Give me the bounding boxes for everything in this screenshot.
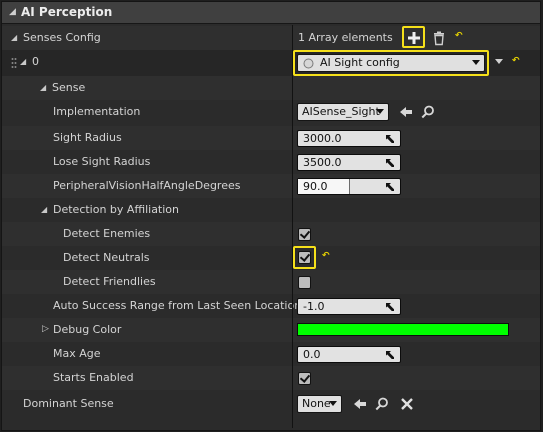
reset-to-default-icon[interactable]: ↶ [512,56,520,66]
lose-sight-radius-value: 3500.0 [303,156,342,169]
debug-color-label: Debug Color [53,323,122,336]
debug-color-swatch[interactable] [297,323,509,336]
browse-search-icon[interactable] [420,104,436,120]
implementation-value: AISense_Sight [302,105,380,118]
auto-success-range-value: -1.0 [303,300,325,313]
row-dominant-sense: Dominant Sense None [2,391,540,417]
clear-icon[interactable] [399,396,415,412]
peripheral-vision-slider[interactable]: 90.0 [297,178,401,195]
row-auto-success-range: Auto Success Range from Last Seen Locati… [2,294,540,318]
array-index-label: 0 [32,55,39,68]
row-array-element-0: ◢ 0 AI Sight config ↶ [2,50,540,76]
row-detect-friendlies: Detect Friendlies [2,270,540,294]
peripheral-vision-label: PeripheralVisionHalfAngleDegrees [53,179,241,192]
starts-enabled-label: Starts Enabled [53,371,134,384]
row-peripheral-vision: PeripheralVisionHalfAngleDegrees 90.0 [2,174,540,198]
category-header[interactable]: ◢ AI Perception [2,2,540,24]
lose-sight-radius-label: Lose Sight Radius [53,155,151,168]
use-selected-arrow-icon[interactable] [352,396,368,412]
detect-neutrals-checkbox[interactable] [298,251,311,264]
row-sight-radius: Sight Radius 3000.0 [2,126,540,150]
detect-friendlies-label: Detect Friendlies [63,275,156,288]
drag-arrows-icon [386,135,394,143]
max-age-label: Max Age [53,347,101,360]
sight-radius-label: Sight Radius [53,131,122,144]
expand-arrow-icon[interactable]: ◢ [41,205,47,214]
dominant-sense-label: Dominant Sense [23,397,114,410]
detect-friendlies-checkbox[interactable] [298,276,311,289]
max-age-value: 0.0 [303,348,321,361]
lose-sight-radius-field[interactable]: 3500.0 [297,154,401,171]
detection-affiliation-label: Detection by Affiliation [53,203,180,216]
detect-enemies-checkbox[interactable] [298,228,311,241]
drag-arrows-icon [386,183,394,191]
reset-to-default-icon[interactable]: ↶ [322,251,330,261]
dominant-sense-dropdown[interactable]: None [297,395,342,413]
chevron-down-icon [329,401,337,406]
browse-search-icon[interactable] [374,396,390,412]
max-age-field[interactable]: 0.0 [297,346,401,363]
category-title: AI Perception [21,5,113,19]
row-lose-sight-radius: Lose Sight Radius 3500.0 [2,150,540,174]
sense-group-label: Sense [52,81,86,94]
delete-icon[interactable] [431,30,447,46]
element-menu-chevron-icon[interactable] [495,59,503,64]
row-detection-affiliation: ◢ Detection by Affiliation [2,198,540,222]
sight-radius-value: 3000.0 [303,132,342,145]
expand-arrow-icon[interactable]: ◢ [11,33,17,42]
drag-arrows-icon [386,351,394,359]
sense-config-value: AI Sight config [320,56,400,69]
sight-radius-field[interactable]: 3000.0 [297,130,401,147]
dominant-sense-value: None [302,397,331,410]
row-starts-enabled: Starts Enabled [2,366,540,390]
starts-enabled-checkbox[interactable] [298,372,311,385]
chevron-down-icon [472,60,480,65]
drag-arrows-icon [386,303,394,311]
expand-arrow-icon[interactable]: ▷ [42,324,49,334]
row-max-age: Max Age 0.0 [2,342,540,366]
reset-to-default-icon[interactable]: ↶ [455,31,463,41]
class-icon [303,58,314,69]
row-implementation: Implementation AISense_Sight [2,100,540,124]
column-divider[interactable] [292,25,293,428]
row-detect-neutrals: Detect Neutrals ↶ [2,246,540,270]
row-detect-enemies: Detect Enemies [2,222,540,246]
add-icon[interactable] [406,30,422,46]
detect-enemies-label: Detect Enemies [63,227,151,240]
sense-config-dropdown[interactable]: AI Sight config [297,54,485,72]
drag-arrows-icon [386,159,394,167]
senses-config-label: Senses Config [23,31,101,44]
row-senses-config: ◢ Senses Config 1 Array elements ↶ [2,26,540,50]
expand-arrow-icon[interactable]: ◢ [20,57,26,66]
auto-success-range-label: Auto Success Range from Last Seen Locati… [53,299,302,312]
implementation-label: Implementation [53,105,141,118]
auto-success-range-field[interactable]: -1.0 [297,298,401,315]
implementation-dropdown[interactable]: AISense_Sight [297,103,389,121]
detect-neutrals-label: Detect Neutrals [63,251,150,264]
collapse-arrow-icon[interactable]: ◢ [9,7,16,17]
peripheral-vision-value: 90.0 [303,180,328,193]
use-selected-arrow-icon[interactable] [398,104,414,120]
row-debug-color: ▷ Debug Color [2,318,540,342]
expand-arrow-icon[interactable]: ◢ [40,83,46,92]
drag-handle-icon[interactable] [11,57,17,69]
row-sense-group: ◢ Sense [2,76,540,100]
array-count-text: 1 Array elements [298,31,393,44]
chevron-down-icon [376,109,384,114]
